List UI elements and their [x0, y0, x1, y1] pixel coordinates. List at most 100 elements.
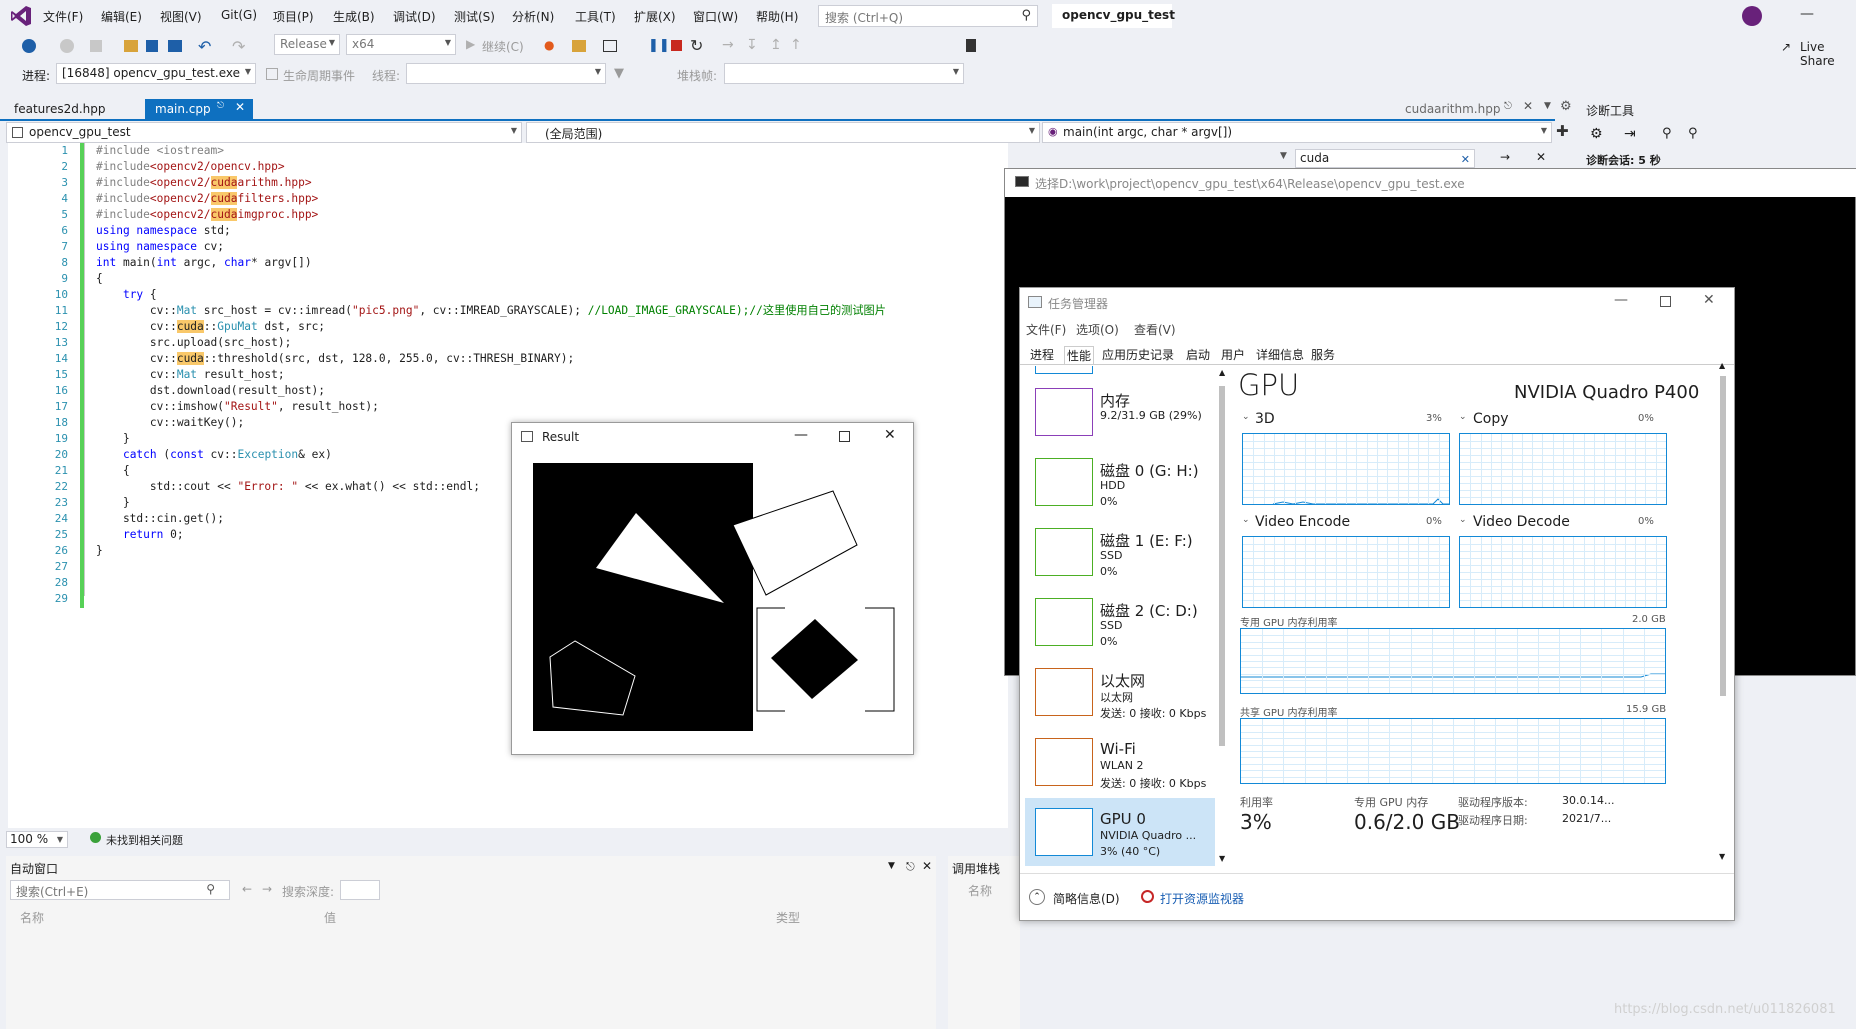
open-file-icon[interactable]: [572, 40, 586, 52]
menu-item[interactable]: 窗口(W): [693, 8, 738, 25]
export-icon[interactable]: ⇥: [1624, 126, 1636, 142]
tm-tab[interactable]: 性能: [1064, 346, 1095, 364]
menu-item[interactable]: 生成(B): [333, 8, 375, 25]
sidebar-item[interactable]: Wi-Fi WLAN 2 发送: 0 接收: 0 Kbps: [1025, 728, 1215, 796]
tm-menu-item[interactable]: 文件(F): [1026, 321, 1066, 338]
step-out-icon[interactable]: ↥: [770, 37, 782, 53]
auto-search-input[interactable]: 搜索(Ctrl+E) ⚲: [10, 880, 230, 900]
tm-menu-item[interactable]: 选项(O): [1076, 321, 1119, 338]
back-icon[interactable]: [22, 39, 36, 53]
scroll-down-icon[interactable]: ▼: [1219, 854, 1225, 863]
open-folder-icon[interactable]: [124, 40, 138, 52]
menu-item[interactable]: 项目(P): [273, 8, 314, 25]
menu-item[interactable]: 文件(F): [43, 8, 83, 25]
sidebar-item[interactable]: 磁盘 0 (G: H:) HDD 0%: [1025, 448, 1215, 516]
account-icon[interactable]: [1742, 6, 1762, 26]
chevron-down-icon[interactable]: ⌄: [1459, 515, 1467, 525]
platform-select[interactable]: x64 ▼: [346, 34, 456, 55]
menu-item[interactable]: 扩展(X): [634, 8, 676, 25]
menu-item[interactable]: 工具(T): [575, 8, 616, 25]
menu-item[interactable]: 视图(V): [160, 8, 202, 25]
tm-tab[interactable]: 应用历史记录: [1100, 346, 1176, 363]
column-type[interactable]: 类型: [776, 909, 800, 926]
search-input[interactable]: 搜索 (Ctrl+Q) ⚲: [818, 5, 1038, 27]
tab-main-cpp[interactable]: main.cpp ⎋ ✕: [145, 99, 253, 119]
split-editor-icon[interactable]: ✚: [1556, 122, 1569, 140]
tm-tab[interactable]: 用户: [1219, 346, 1247, 363]
maximize-icon[interactable]: [839, 431, 850, 442]
pin-icon[interactable]: ⎋: [1504, 101, 1512, 112]
close-icon[interactable]: ✕: [1523, 99, 1533, 113]
filter-icon[interactable]: ▼: [614, 66, 624, 81]
fewer-details-button[interactable]: 简略信息(D): [1053, 890, 1120, 907]
sidebar-item[interactable]: 内存 9.2/31.9 GB (29%): [1025, 378, 1215, 446]
menu-item[interactable]: 分析(N): [512, 8, 554, 25]
stack-frame-select[interactable]: ▼: [724, 63, 964, 84]
chevron-down-icon[interactable]: ⌄: [1242, 412, 1250, 422]
detail-scrollbar[interactable]: [1720, 376, 1726, 696]
stop-icon[interactable]: [671, 40, 682, 51]
column-value[interactable]: 值: [324, 909, 336, 926]
zoom-in-icon[interactable]: ⚲: [1662, 126, 1672, 141]
zoom-select[interactable]: 100 % ▼: [6, 831, 68, 848]
tab-features2d[interactable]: features2d.hpp: [4, 99, 115, 119]
tm-tab[interactable]: 详细信息: [1254, 346, 1306, 363]
step-back-icon[interactable]: ↑: [790, 37, 802, 53]
scroll-up-icon[interactable]: ▲: [1719, 361, 1725, 370]
lifecycle-events-button[interactable]: 生命周期事件: [283, 67, 355, 84]
scope-nav[interactable]: (全局范围) ▼: [526, 122, 1040, 143]
close-icon[interactable]: ✕: [1703, 292, 1715, 308]
find-input[interactable]: cuda ✕: [1295, 149, 1475, 168]
maximize-icon[interactable]: [1660, 296, 1671, 307]
step-over-icon[interactable]: →: [722, 37, 734, 53]
sidebar-item[interactable]: GPU 0 NVIDIA Quadro ... 3% (40 °C): [1025, 798, 1215, 866]
sidebar-item[interactable]: 以太网 以太网 发送: 0 接收: 0 Kbps: [1025, 658, 1215, 726]
find-toggle-icon[interactable]: ▼: [1280, 151, 1287, 161]
restart-icon[interactable]: ↻: [690, 36, 703, 55]
chevron-down-icon[interactable]: ⌄: [1242, 515, 1250, 525]
process-select[interactable]: [16848] opencv_gpu_test.exe ▼: [56, 63, 256, 84]
tm-tab[interactable]: 服务: [1309, 346, 1337, 363]
search-forward-icon[interactable]: →: [262, 882, 272, 896]
function-nav[interactable]: ◉ main(int argc, char * argv[]) ▼: [1042, 122, 1552, 143]
dropdown-icon[interactable]: ▼: [888, 861, 895, 871]
video-encode-label[interactable]: Video Encode: [1255, 514, 1350, 530]
menu-item[interactable]: Git(G): [221, 8, 257, 22]
find-next-icon[interactable]: →: [1500, 150, 1510, 164]
menu-item[interactable]: 测试(S): [454, 8, 495, 25]
search-back-icon[interactable]: ←: [242, 882, 252, 896]
bookmark-icon[interactable]: [966, 39, 976, 52]
new-project-icon[interactable]: [90, 40, 102, 52]
project-nav[interactable]: opencv_gpu_test ▼: [6, 122, 522, 143]
minimize-icon[interactable]: —: [794, 427, 808, 443]
scrollbar[interactable]: [1219, 386, 1225, 746]
sidebar-item[interactable]: 磁盘 2 (C: D:) SSD 0%: [1025, 588, 1215, 656]
close-icon[interactable]: ✕: [1536, 150, 1546, 164]
redo-icon[interactable]: ↷: [232, 37, 245, 56]
video-decode-label[interactable]: Video Decode: [1473, 514, 1570, 530]
open-resource-monitor-link[interactable]: 打开资源监视器: [1160, 890, 1244, 907]
close-icon[interactable]: ✕: [922, 859, 932, 873]
close-icon[interactable]: ✕: [884, 427, 896, 443]
zoom-out-icon[interactable]: ⚲: [1688, 126, 1698, 141]
break-all-icon[interactable]: ❚❚: [648, 38, 670, 53]
sidebar-scroll-item[interactable]: [1035, 366, 1093, 374]
continue-button[interactable]: 继续(C): [482, 38, 524, 55]
menu-item[interactable]: 编辑(E): [101, 8, 142, 25]
engine-3d-label[interactable]: 3D: [1255, 411, 1275, 427]
forward-icon[interactable]: [60, 39, 74, 53]
result-window[interactable]: Result — ✕: [511, 422, 914, 755]
visual-studio-logo-icon[interactable]: [10, 5, 32, 27]
configuration-select[interactable]: Release ▼: [274, 34, 340, 55]
screenshot-icon[interactable]: [603, 40, 617, 52]
thread-select[interactable]: ▼: [406, 63, 606, 84]
step-into-icon[interactable]: ↧: [746, 37, 758, 53]
minimize-icon[interactable]: —: [1614, 292, 1628, 308]
pin-icon[interactable]: ⎋: [906, 860, 915, 874]
search-depth-select[interactable]: [340, 880, 380, 900]
undo-icon[interactable]: ↶: [198, 37, 211, 56]
sidebar-item[interactable]: 磁盘 1 (E: F:) SSD 0%: [1025, 518, 1215, 586]
chevron-down-icon[interactable]: ⌄: [1459, 412, 1467, 422]
pin-icon[interactable]: ⎋: [217, 101, 224, 111]
scroll-down-icon[interactable]: ▼: [1719, 852, 1725, 861]
